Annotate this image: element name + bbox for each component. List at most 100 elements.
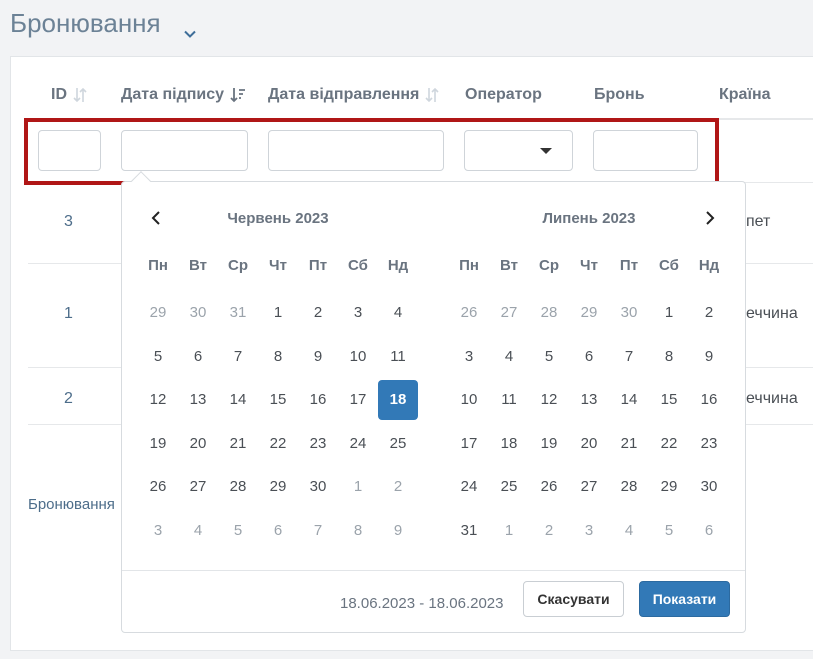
apply-button[interactable]: Показати	[639, 581, 730, 617]
calendar-day[interactable]: 28	[609, 467, 649, 507]
calendar-day[interactable]: 9	[689, 337, 729, 377]
calendar-day[interactable]: 11	[378, 337, 418, 377]
column-header-sign-date[interactable]: Дата підпису	[121, 86, 246, 104]
calendar-day[interactable]: 16	[298, 380, 338, 420]
calendar-day[interactable]: 4	[489, 337, 529, 377]
calendar-day[interactable]: 30	[689, 467, 729, 507]
column-header-country[interactable]: Країна	[719, 86, 771, 104]
calendar-day[interactable]: 26	[138, 467, 178, 507]
sort-icon[interactable]	[425, 86, 439, 104]
calendar-day[interactable]: 22	[258, 424, 298, 464]
calendar-day[interactable]: 19	[138, 424, 178, 464]
calendar-day[interactable]: 3	[138, 511, 178, 551]
calendar-day[interactable]: 2	[378, 467, 418, 507]
calendar-day[interactable]: 21	[609, 424, 649, 464]
calendar-day[interactable]: 3	[449, 337, 489, 377]
row-2-id[interactable]: 1	[64, 305, 73, 323]
calendar-day[interactable]: 30	[609, 293, 649, 333]
calendar-day[interactable]: 17	[449, 424, 489, 464]
calendar-day[interactable]: 10	[338, 337, 378, 377]
calendar-day[interactable]: 30	[178, 293, 218, 333]
calendar-day[interactable]: 4	[378, 293, 418, 333]
calendar-day[interactable]: 19	[529, 424, 569, 464]
row-1-id[interactable]: 3	[64, 213, 73, 231]
column-header-booking[interactable]: Бронь	[594, 86, 645, 104]
calendar-day[interactable]: 28	[529, 293, 569, 333]
calendar-day[interactable]: 8	[338, 511, 378, 551]
calendar-day[interactable]: 29	[569, 293, 609, 333]
calendar-day[interactable]: 14	[218, 380, 258, 420]
calendar-day[interactable]: 6	[258, 511, 298, 551]
calendar-day[interactable]: 12	[529, 380, 569, 420]
calendar-day[interactable]: 1	[258, 293, 298, 333]
calendar-day[interactable]: 9	[298, 337, 338, 377]
calendar-day[interactable]: 25	[378, 424, 418, 464]
calendar-day[interactable]: 20	[569, 424, 609, 464]
calendar-day[interactable]: 3	[569, 511, 609, 551]
calendar-day[interactable]: 31	[449, 511, 489, 551]
calendar-day[interactable]: 7	[298, 511, 338, 551]
calendar-day[interactable]: 5	[649, 511, 689, 551]
calendar-day[interactable]: 5	[529, 337, 569, 377]
calendar-day[interactable]: 15	[258, 380, 298, 420]
calendar-day[interactable]: 17	[338, 380, 378, 420]
calendar-day[interactable]: 4	[609, 511, 649, 551]
calendar-day[interactable]: 8	[258, 337, 298, 377]
calendar-day[interactable]: 5	[218, 511, 258, 551]
calendar-day[interactable]: 7	[609, 337, 649, 377]
calendar-day[interactable]: 3	[338, 293, 378, 333]
calendar-day[interactable]: 8	[649, 337, 689, 377]
calendar-day[interactable]: 29	[258, 467, 298, 507]
sort-active-icon[interactable]	[230, 86, 246, 104]
calendar-day[interactable]: 6	[689, 511, 729, 551]
calendar-day[interactable]: 11	[489, 380, 529, 420]
calendar-day[interactable]: 27	[569, 467, 609, 507]
calendar-day[interactable]: 20	[178, 424, 218, 464]
calendar-day[interactable]: 1	[338, 467, 378, 507]
calendar-day[interactable]: 2	[529, 511, 569, 551]
calendar-day[interactable]: 2	[689, 293, 729, 333]
calendar-day[interactable]: 24	[338, 424, 378, 464]
row-3-id[interactable]: 2	[64, 390, 73, 408]
calendar-day[interactable]: 2	[298, 293, 338, 333]
sort-icon[interactable]	[73, 86, 87, 104]
chevron-down-icon[interactable]	[183, 17, 197, 38]
column-header-id[interactable]: ID	[51, 86, 87, 104]
calendar-day[interactable]: 1	[489, 511, 529, 551]
calendar-day[interactable]: 14	[609, 380, 649, 420]
calendar-day[interactable]: 26	[529, 467, 569, 507]
calendar-day[interactable]: 7	[218, 337, 258, 377]
cancel-button[interactable]: Скасувати	[523, 581, 624, 617]
column-header-operator[interactable]: Оператор	[465, 86, 542, 104]
calendar-day[interactable]: 1	[649, 293, 689, 333]
calendar-day[interactable]: 29	[138, 293, 178, 333]
calendar-day[interactable]: 22	[649, 424, 689, 464]
calendar-day[interactable]: 15	[649, 380, 689, 420]
calendar-day[interactable]: 30	[298, 467, 338, 507]
page-title[interactable]: Бронювання	[10, 8, 197, 39]
calendar-day[interactable]: 26	[449, 293, 489, 333]
calendar-day[interactable]: 9	[378, 511, 418, 551]
calendar-day[interactable]: 4	[178, 511, 218, 551]
calendar-day[interactable]: 28	[218, 467, 258, 507]
calendar-day[interactable]: 24	[449, 467, 489, 507]
calendar-day[interactable]: 16	[689, 380, 729, 420]
calendar-day[interactable]: 23	[689, 424, 729, 464]
calendar-day[interactable]: 23	[298, 424, 338, 464]
calendar-day[interactable]: 21	[218, 424, 258, 464]
calendar-day[interactable]: 18	[489, 424, 529, 464]
calendar-day[interactable]: 5	[138, 337, 178, 377]
calendar-day[interactable]: 13	[569, 380, 609, 420]
calendar-day[interactable]: 29	[649, 467, 689, 507]
calendar-day[interactable]: 31	[218, 293, 258, 333]
calendar-day[interactable]: 6	[569, 337, 609, 377]
calendar-day[interactable]: 27	[178, 467, 218, 507]
calendar-day[interactable]: 25	[489, 467, 529, 507]
column-header-departure-date[interactable]: Дата відправлення	[268, 86, 439, 104]
calendar-day[interactable]: 18	[378, 380, 418, 420]
calendar-day[interactable]: 10	[449, 380, 489, 420]
calendar-day[interactable]: 6	[178, 337, 218, 377]
calendar-day[interactable]: 27	[489, 293, 529, 333]
calendar-day[interactable]: 13	[178, 380, 218, 420]
calendar-day[interactable]: 12	[138, 380, 178, 420]
